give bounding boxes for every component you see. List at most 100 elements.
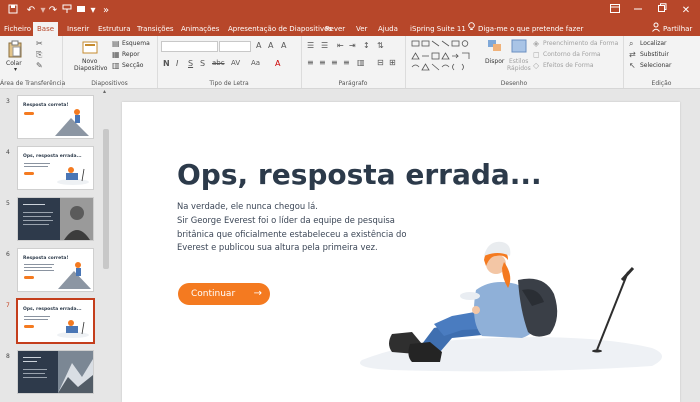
- shapes-gallery[interactable]: [411, 39, 476, 73]
- quick-styles-label-1[interactable]: Estilos: [509, 58, 528, 65]
- reset-icon[interactable]: ▦: [112, 50, 120, 59]
- paste-dropdown-icon[interactable]: ▾: [14, 66, 17, 73]
- italic-button[interactable]: I: [176, 59, 178, 68]
- qat-customize-icon[interactable]: ▾: [86, 4, 100, 18]
- slide-number: 7: [6, 302, 10, 309]
- new-slide-label-1[interactable]: Novo: [82, 58, 97, 65]
- tab-estrutura[interactable]: Estrutura: [98, 22, 130, 36]
- font-name-field[interactable]: [161, 41, 218, 52]
- underline-button[interactable]: S: [188, 59, 193, 68]
- tab-ispring[interactable]: iSpring Suite 11: [410, 22, 466, 36]
- close-button[interactable]: ✕: [676, 3, 696, 19]
- clear-format-icon[interactable]: A: [281, 41, 286, 50]
- select-button[interactable]: Selecionar: [640, 62, 671, 69]
- align-left-icon[interactable]: ≡: [307, 58, 314, 67]
- tab-animacoes[interactable]: Animações: [181, 22, 219, 36]
- increase-indent-icon[interactable]: ⇥: [349, 41, 356, 50]
- thumbnail-text-line: [23, 373, 45, 374]
- scrollbar-thumb[interactable]: [103, 129, 109, 269]
- shape-fill-icon[interactable]: ◈: [533, 39, 539, 48]
- section-button[interactable]: Secção: [122, 62, 143, 69]
- paste-icon[interactable]: [8, 40, 22, 60]
- slide-number: 8: [6, 353, 10, 360]
- minimize-button[interactable]: [628, 3, 648, 19]
- reset-button[interactable]: Repor: [122, 51, 140, 58]
- tab-transicoes[interactable]: Transições: [137, 22, 174, 36]
- thumbnail-slide-8[interactable]: 8: [0, 350, 100, 394]
- current-slide[interactable]: Ops, resposta errada... Na verdade, ele …: [122, 102, 680, 402]
- shape-fill-button[interactable]: Preenchimento da Forma: [543, 40, 618, 47]
- tab-ficheiro[interactable]: Ficheiro: [4, 22, 31, 36]
- layout-button[interactable]: Esquema: [122, 40, 150, 47]
- qat-more-icon[interactable]: »: [99, 4, 113, 18]
- tab-rever[interactable]: Rever: [325, 22, 345, 36]
- thumbnails-scrollbar[interactable]: ▴: [102, 89, 110, 402]
- shrink-font-icon[interactable]: A: [268, 41, 273, 50]
- tab-ver[interactable]: Ver: [356, 22, 367, 36]
- font-size-field[interactable]: [219, 41, 251, 52]
- bold-button[interactable]: N: [163, 59, 170, 68]
- text-direction-icon[interactable]: ⇅: [377, 41, 384, 50]
- replace-button[interactable]: Substituir: [640, 51, 669, 58]
- select-icon[interactable]: ↖: [629, 61, 636, 70]
- line-spacing-icon[interactable]: ↕: [363, 41, 370, 50]
- columns-icon[interactable]: ▥: [357, 58, 365, 67]
- person-icon[interactable]: [652, 22, 660, 36]
- tell-me-input[interactable]: Diga-me o que pretende fazer: [478, 22, 583, 36]
- share-button[interactable]: Partilhar: [663, 22, 692, 36]
- thumbnail-slide-3[interactable]: 3 Resposta correta!: [0, 95, 100, 139]
- arrange-icon[interactable]: [487, 39, 503, 55]
- thumbnail-slide-4[interactable]: 4 Ops, resposta errada...: [0, 146, 100, 190]
- find-icon[interactable]: ⌕: [629, 39, 633, 48]
- redo-icon[interactable]: ↷: [46, 4, 60, 18]
- align-right-icon[interactable]: ≡: [331, 58, 338, 67]
- grow-font-icon[interactable]: A: [256, 41, 261, 50]
- copy-icon[interactable]: ⎘: [36, 50, 42, 59]
- thumbnail-slide-6[interactable]: 6 Resposta correta!: [0, 248, 100, 292]
- justify-icon[interactable]: ≡: [343, 58, 350, 67]
- thumbnail-button: [24, 112, 34, 115]
- replace-icon[interactable]: ⇄: [629, 50, 636, 59]
- thumbnail-slide-7[interactable]: 7 Ops, resposta errada...: [0, 298, 100, 344]
- shadow-button[interactable]: S: [200, 59, 205, 68]
- smartart-icon[interactable]: ⊞: [389, 58, 396, 67]
- slide-thumbnail: Resposta correta!: [17, 248, 94, 292]
- font-color-icon[interactable]: A: [275, 59, 280, 68]
- strikethrough-button[interactable]: abc: [212, 59, 225, 68]
- new-slide-label-2[interactable]: Diapositivo: [74, 65, 107, 72]
- slide-title[interactable]: Ops, resposta errada...: [177, 158, 542, 191]
- quick-styles-label-2[interactable]: Rápidos: [507, 65, 531, 72]
- change-case-button[interactable]: Aa: [251, 59, 260, 68]
- continue-button[interactable]: Continuar →: [178, 283, 270, 305]
- find-button[interactable]: Localizar: [640, 40, 667, 47]
- char-spacing-button[interactable]: AV: [231, 59, 240, 68]
- cut-icon[interactable]: ✂: [36, 39, 43, 48]
- bullets-icon[interactable]: ☰: [307, 41, 314, 50]
- tab-ajuda[interactable]: Ajuda: [378, 22, 398, 36]
- shape-effects-button[interactable]: Efeitos de Forma: [543, 62, 594, 69]
- shape-outline-button[interactable]: Contorno da Forma: [543, 51, 601, 58]
- shape-effects-icon[interactable]: ◇: [533, 61, 539, 70]
- thumbnail-slide-5[interactable]: 5: [0, 197, 100, 241]
- tab-inserir[interactable]: Inserir: [67, 22, 89, 36]
- numbering-icon[interactable]: ☰: [321, 41, 328, 50]
- restore-button[interactable]: [652, 3, 672, 19]
- align-center-icon[interactable]: ≡: [319, 58, 326, 67]
- editing-group-label: Edição: [651, 80, 672, 87]
- save-icon[interactable]: [6, 4, 20, 18]
- tab-base[interactable]: Base: [33, 22, 59, 36]
- ribbon-options-icon[interactable]: [605, 3, 625, 19]
- new-slide-icon[interactable]: [82, 40, 98, 58]
- scroll-up-icon[interactable]: ▴: [103, 89, 106, 95]
- decrease-indent-icon[interactable]: ⇤: [337, 41, 344, 50]
- format-painter-icon[interactable]: [60, 4, 74, 18]
- layout-icon[interactable]: ▤: [112, 39, 120, 48]
- quick-styles-icon[interactable]: [511, 39, 527, 55]
- align-text-icon[interactable]: ⊟: [377, 58, 384, 67]
- arrange-button[interactable]: Dispor: [485, 58, 504, 65]
- lightbulb-icon[interactable]: [468, 22, 475, 36]
- shape-outline-icon[interactable]: ◻: [533, 50, 540, 59]
- format-painter-brush-icon[interactable]: ✎: [36, 61, 43, 70]
- section-icon[interactable]: ▥: [112, 61, 120, 70]
- tab-apresentacao[interactable]: Apresentação de Diapositivos: [228, 22, 332, 36]
